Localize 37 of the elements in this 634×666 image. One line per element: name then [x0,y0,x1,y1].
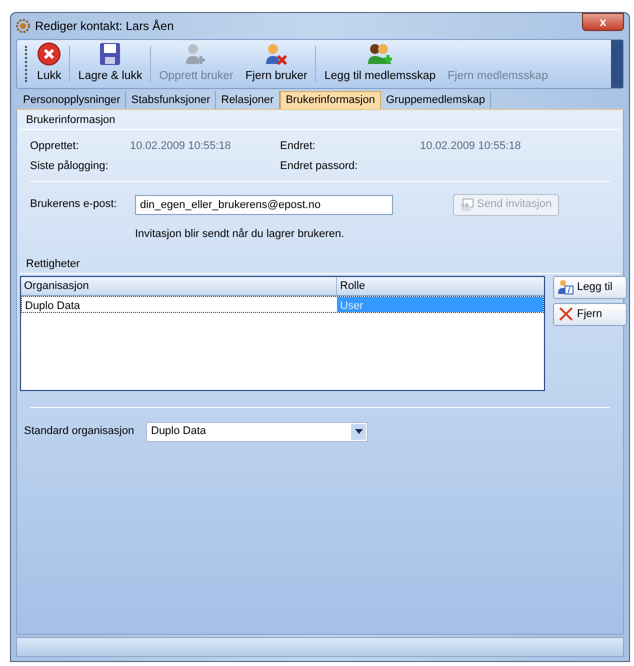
field-label: Endret passord: [280,159,359,174]
field-label: Siste pålogging: [30,159,110,174]
field-label: Opprettet: [30,138,80,154]
field-value: 10.02.2009 10:55:18 [420,138,522,154]
close-icon [37,42,62,66]
tab[interactable]: Stabsfunksjoner [126,91,216,109]
add-button[interactable]: Legg til [553,276,627,298]
field-value: 10.02.2009 10:55:18 [130,138,232,154]
section-title: Rettigheter [20,256,620,274]
group-add-icon [366,42,394,66]
remove-icon [558,306,574,322]
tab[interactable]: Personopplysninger [18,91,126,109]
close-button[interactable]: x [582,13,624,31]
column-header[interactable]: Organisasjon [21,276,336,294]
overflow-button[interactable] [611,40,623,88]
caret-icon [354,429,362,434]
gear-icon [16,19,30,33]
organization-dropdown[interactable]: Duplo Data [146,422,368,442]
toolbar-button[interactable]: Lukk [31,40,68,88]
remove-button[interactable]: Fjern [553,302,627,326]
user-function-icon [558,279,574,295]
table-cell[interactable]: Duplo Data [22,296,337,312]
toolbar-button[interactable]: Lagre & lukk [72,40,148,88]
field-label: Brukerens e-post: [30,197,118,212]
email-field[interactable]: din_egen_eller_brukerens@epost.no [135,194,393,214]
toolbar-button[interactable]: Fjern bruker [239,40,314,88]
toolbar-button[interactable]: Legg til medlemsskap [318,40,442,88]
tab[interactable]: Gruppemedlemskap [380,91,492,109]
column-header[interactable]: Rolle [336,276,542,294]
send-icon [460,198,474,212]
tab[interactable]: Brukerinformasjon [280,91,381,109]
section-title: Brukerinformasjon [20,112,620,130]
field-label: Standard organisasjon [24,424,136,440]
info-text: Invitasjon blir sendt når du lagrer brukeren. [134,226,346,242]
window-title: Rediger kontakt: Lars Åen [35,18,174,35]
remove-user-icon [264,42,288,66]
field-label: Endret: [280,138,316,154]
